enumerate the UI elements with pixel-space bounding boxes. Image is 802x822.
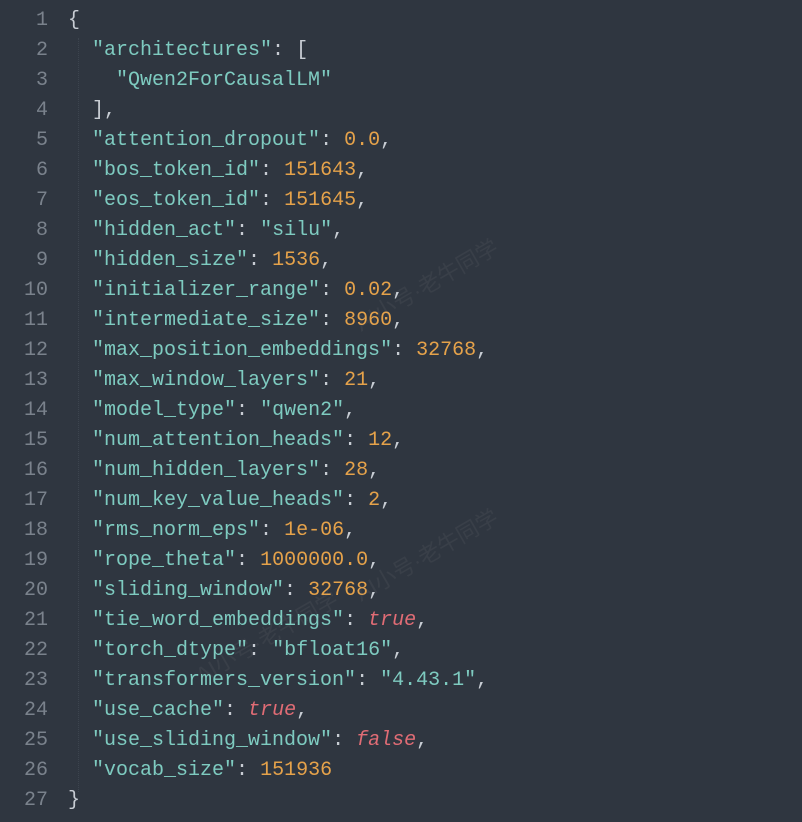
line-number: 16 [0,456,48,486]
code-line: "num_key_value_heads": 2, [68,486,802,516]
code-line: "intermediate_size": 8960, [68,306,802,336]
line-number: 20 [0,576,48,606]
code-line: "rope_theta": 1000000.0, [68,546,802,576]
line-number: 5 [0,126,48,156]
code-line: "attention_dropout": 0.0, [68,126,802,156]
line-number: 9 [0,246,48,276]
line-number: 17 [0,486,48,516]
line-number: 15 [0,426,48,456]
code-line: "eos_token_id": 151645, [68,186,802,216]
code-line: "vocab_size": 151936 [68,756,802,786]
code-line: "num_hidden_layers": 28, [68,456,802,486]
code-line: "Qwen2ForCausalLM" [68,66,802,96]
line-number: 4 [0,96,48,126]
line-number: 18 [0,516,48,546]
code-line: "max_position_embeddings": 32768, [68,336,802,366]
code-line: "hidden_act": "silu", [68,216,802,246]
code-area: AI小号·老牛同学 AI小号·老牛同学 AI小号·老牛同学 { "archite… [56,0,802,822]
line-number: 26 [0,756,48,786]
code-line: "hidden_size": 1536, [68,246,802,276]
code-line: "max_window_layers": 21, [68,366,802,396]
line-number: 12 [0,336,48,366]
code-line: "initializer_range": 0.02, [68,276,802,306]
line-number: 14 [0,396,48,426]
code-line: { [68,6,802,36]
code-line: "torch_dtype": "bfloat16", [68,636,802,666]
code-line: "num_attention_heads": 12, [68,426,802,456]
indent-guide [78,38,79,792]
code-line: "use_cache": true, [68,696,802,726]
line-number: 19 [0,546,48,576]
line-number: 13 [0,366,48,396]
code-editor: 1234567891011121314151617181920212223242… [0,0,802,822]
line-number: 10 [0,276,48,306]
line-number: 2 [0,36,48,66]
code-line: "model_type": "qwen2", [68,396,802,426]
line-number: 25 [0,726,48,756]
line-number-gutter: 1234567891011121314151617181920212223242… [0,0,56,822]
code-line: "rms_norm_eps": 1e-06, [68,516,802,546]
code-line: "transformers_version": "4.43.1", [68,666,802,696]
code-line: "architectures": [ [68,36,802,66]
line-number: 1 [0,6,48,36]
line-number: 3 [0,66,48,96]
code-line: ], [68,96,802,126]
code-line: "sliding_window": 32768, [68,576,802,606]
line-number: 6 [0,156,48,186]
code-line: "bos_token_id": 151643, [68,156,802,186]
line-number: 24 [0,696,48,726]
line-number: 11 [0,306,48,336]
line-number: 27 [0,786,48,816]
line-number: 21 [0,606,48,636]
code-line: } [68,786,802,816]
line-number: 22 [0,636,48,666]
line-number: 7 [0,186,48,216]
line-number: 8 [0,216,48,246]
code-line: "use_sliding_window": false, [68,726,802,756]
line-number: 23 [0,666,48,696]
code-line: "tie_word_embeddings": true, [68,606,802,636]
